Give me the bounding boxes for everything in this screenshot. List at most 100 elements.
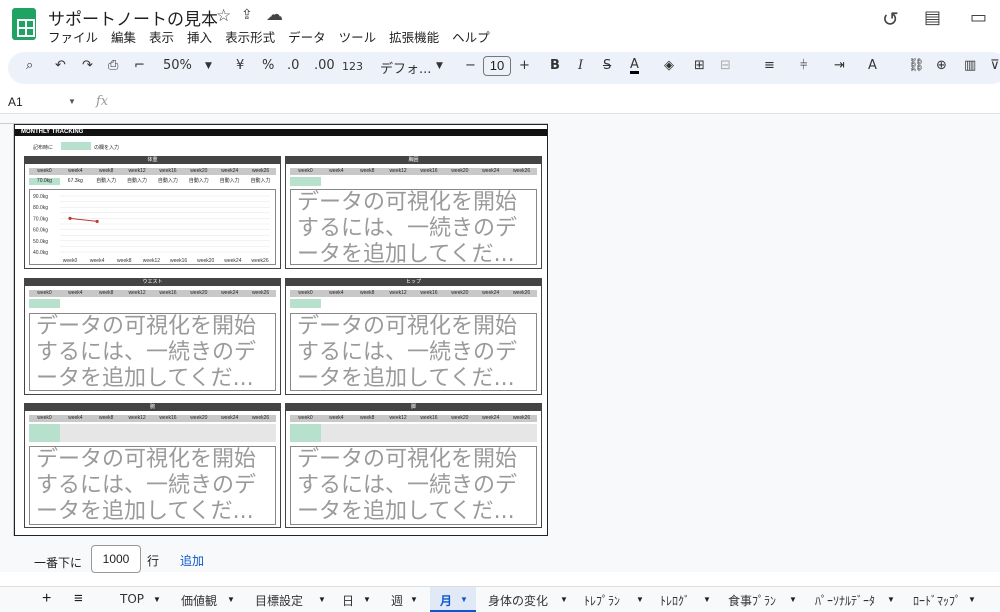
name-box-dropdown-icon[interactable]: ▼ xyxy=(68,97,76,106)
chest-chart[interactable]: データの可視化を開始 するには、一続きのデ ータを追加してくだ... xyxy=(290,189,537,265)
tab-menu-icon[interactable]: ▼ xyxy=(153,595,161,604)
tab-menu-icon[interactable]: ▼ xyxy=(410,595,418,604)
weight-cell[interactable]: 自動入力 xyxy=(153,178,184,185)
weight-cell[interactable]: 自動入力 xyxy=(214,178,245,185)
undo-icon[interactable]: ↶ xyxy=(55,58,66,73)
menu-format[interactable]: 表示形式 xyxy=(225,27,282,46)
sheet-tab[interactable]: 価値観 xyxy=(181,592,217,609)
sheet-tab[interactable]: 日 xyxy=(342,592,354,609)
borders-icon[interactable]: ⊞ xyxy=(694,58,705,73)
font-dropdown-icon[interactable]: ▼ xyxy=(436,61,443,71)
tab-menu-icon[interactable]: ▼ xyxy=(560,595,568,604)
comment-icon[interactable]: ▤ xyxy=(924,7,941,28)
insert-comment-icon[interactable]: ⊕ xyxy=(936,58,947,73)
sheet-tab-active[interactable]: 月 xyxy=(440,592,452,609)
tab-menu-icon[interactable]: ▼ xyxy=(227,595,235,604)
tracking-sheet[interactable]: MONTHLY TRACKING 記布時に の欄を入力 体重 week0 week… xyxy=(14,124,548,536)
redo-icon[interactable]: ↷ xyxy=(82,58,93,73)
input-cell[interactable] xyxy=(290,177,321,186)
tab-menu-icon[interactable]: ▼ xyxy=(363,595,371,604)
tab-menu-icon[interactable]: ▼ xyxy=(636,595,644,604)
input-cell[interactable] xyxy=(29,424,60,442)
sheet-tab[interactable]: ﾄﾚﾌﾟﾗﾝ xyxy=(584,592,620,609)
input-rows[interactable] xyxy=(290,424,537,442)
menu-help[interactable]: ヘルプ xyxy=(452,27,497,46)
menu-view[interactable]: 表示 xyxy=(149,27,181,46)
weight-cell[interactable]: 自動入力 xyxy=(183,178,214,185)
paint-format-icon[interactable]: ⌐ xyxy=(134,58,145,73)
weight-cell[interactable]: 70.0kg xyxy=(29,178,60,185)
text-rotate-icon[interactable]: A xyxy=(868,58,877,73)
hip-chart[interactable]: データの可視化を開始 するには、一続きのデ ータを追加してくだ... xyxy=(290,313,537,391)
currency-button[interactable]: ¥ xyxy=(236,58,244,73)
strikethrough-icon[interactable]: S xyxy=(603,58,611,73)
weight-cell[interactable]: 自動入力 xyxy=(91,178,122,185)
meet-icon[interactable]: ▭ xyxy=(970,7,987,28)
sheets-logo-icon[interactable] xyxy=(12,8,36,40)
tab-menu-icon[interactable]: ▼ xyxy=(318,595,326,604)
print-icon[interactable]: ⎙ xyxy=(108,58,118,73)
move-folder-icon[interactable]: ⇪ xyxy=(241,6,253,23)
input-cell[interactable] xyxy=(290,424,321,442)
sheet-tab[interactable]: ﾛｰﾄﾞﾏｯﾌﾟ xyxy=(913,592,961,609)
input-rows[interactable] xyxy=(29,424,276,442)
tab-menu-icon[interactable]: ▼ xyxy=(968,595,976,604)
leg-chart[interactable]: データの可視化を開始 するには、一続きのデ ータを追加してくだ... xyxy=(290,446,537,525)
input-cell[interactable] xyxy=(29,299,60,308)
tab-menu-icon[interactable]: ▼ xyxy=(460,595,468,604)
merge-cells-icon[interactable]: ⊟ xyxy=(720,58,731,73)
increase-decimal-button[interactable]: .00 xyxy=(314,58,335,73)
history-icon[interactable]: ↺ xyxy=(882,7,899,32)
text-color-icon[interactable]: A xyxy=(630,58,639,74)
menu-tools[interactable]: ツール xyxy=(339,27,384,46)
weight-cell[interactable]: 67.3kg xyxy=(60,178,91,185)
menu-extensions[interactable]: 拡張機能 xyxy=(389,27,446,46)
row-header[interactable] xyxy=(0,124,14,536)
zoom-select[interactable]: 50% xyxy=(163,58,192,73)
tab-menu-icon[interactable]: ▼ xyxy=(789,595,797,604)
input-cell[interactable] xyxy=(290,299,321,308)
weight-cell[interactable]: 自動入力 xyxy=(245,178,276,185)
rows-count-input[interactable]: 1000 xyxy=(91,545,141,573)
sheet-tab[interactable]: ﾊﾟｰｿﾅﾙﾃﾞｰﾀ xyxy=(815,592,875,609)
filter-icon[interactable]: ⊽ xyxy=(990,58,1000,73)
search-menus-icon[interactable]: ⌕ xyxy=(26,58,33,73)
text-wrap-icon[interactable]: ⇥ xyxy=(834,58,845,73)
menu-file[interactable]: ファイル xyxy=(48,27,105,46)
name-box[interactable]: A1 xyxy=(8,95,23,109)
font-size-input[interactable]: 10 xyxy=(483,56,511,76)
waist-chart[interactable]: データの可視化を開始 するには、一続きのデ ータを追加してくだ... xyxy=(29,313,276,391)
column-header[interactable] xyxy=(0,114,548,124)
bold-icon[interactable]: B xyxy=(550,58,560,73)
vertical-align-icon[interactable]: ⫩ xyxy=(800,58,807,73)
sheet-tab[interactable]: TOP xyxy=(120,592,144,606)
all-sheets-icon[interactable]: ≡ xyxy=(74,590,83,607)
font-size-decrease-icon[interactable]: − xyxy=(465,58,476,73)
menu-insert[interactable]: 挿入 xyxy=(187,27,219,46)
weight-chart[interactable]: 90.0kg 80.0kg 70.0kg 60.0kg 50.0kg 40.0kg week… xyxy=(29,189,276,265)
cloud-status-icon[interactable]: ☁ xyxy=(266,5,283,25)
tab-menu-icon[interactable]: ▼ xyxy=(887,595,895,604)
arm-chart[interactable]: データの可視化を開始 するには、一続きのデ ータを追加してくだ... xyxy=(29,446,276,525)
menu-data[interactable]: データ xyxy=(288,27,333,46)
sheet-tab[interactable]: ﾄﾚﾛｸﾞ xyxy=(660,592,690,609)
font-select[interactable]: デフォ... xyxy=(380,58,431,77)
sheet-tab[interactable]: 身体の変化 xyxy=(488,592,548,609)
insert-chart-icon[interactable]: ▥ xyxy=(964,58,976,73)
fill-color-icon[interactable]: ◈ xyxy=(664,58,674,73)
add-rows-button[interactable]: 追加 xyxy=(180,552,204,569)
italic-icon[interactable]: I xyxy=(578,58,583,73)
star-icon[interactable]: ☆ xyxy=(216,6,231,26)
zoom-dropdown-icon[interactable]: ▼ xyxy=(205,61,212,71)
percent-button[interactable]: % xyxy=(262,58,274,73)
add-sheet-icon[interactable]: + xyxy=(42,590,51,608)
horizontal-align-icon[interactable]: ≡ xyxy=(764,58,775,73)
decrease-decimal-button[interactable]: .0 xyxy=(287,58,299,73)
sheet-tab[interactable]: 目標設定 xyxy=(255,592,303,609)
number-format-button[interactable]: 123 xyxy=(342,60,363,73)
menu-edit[interactable]: 編集 xyxy=(111,27,143,46)
tab-menu-icon[interactable]: ▼ xyxy=(703,595,711,604)
sheet-tab[interactable]: 食事ﾌﾟﾗﾝ xyxy=(728,592,776,609)
font-size-increase-icon[interactable]: + xyxy=(519,58,530,73)
sheet-tab[interactable]: 週 xyxy=(391,592,403,609)
